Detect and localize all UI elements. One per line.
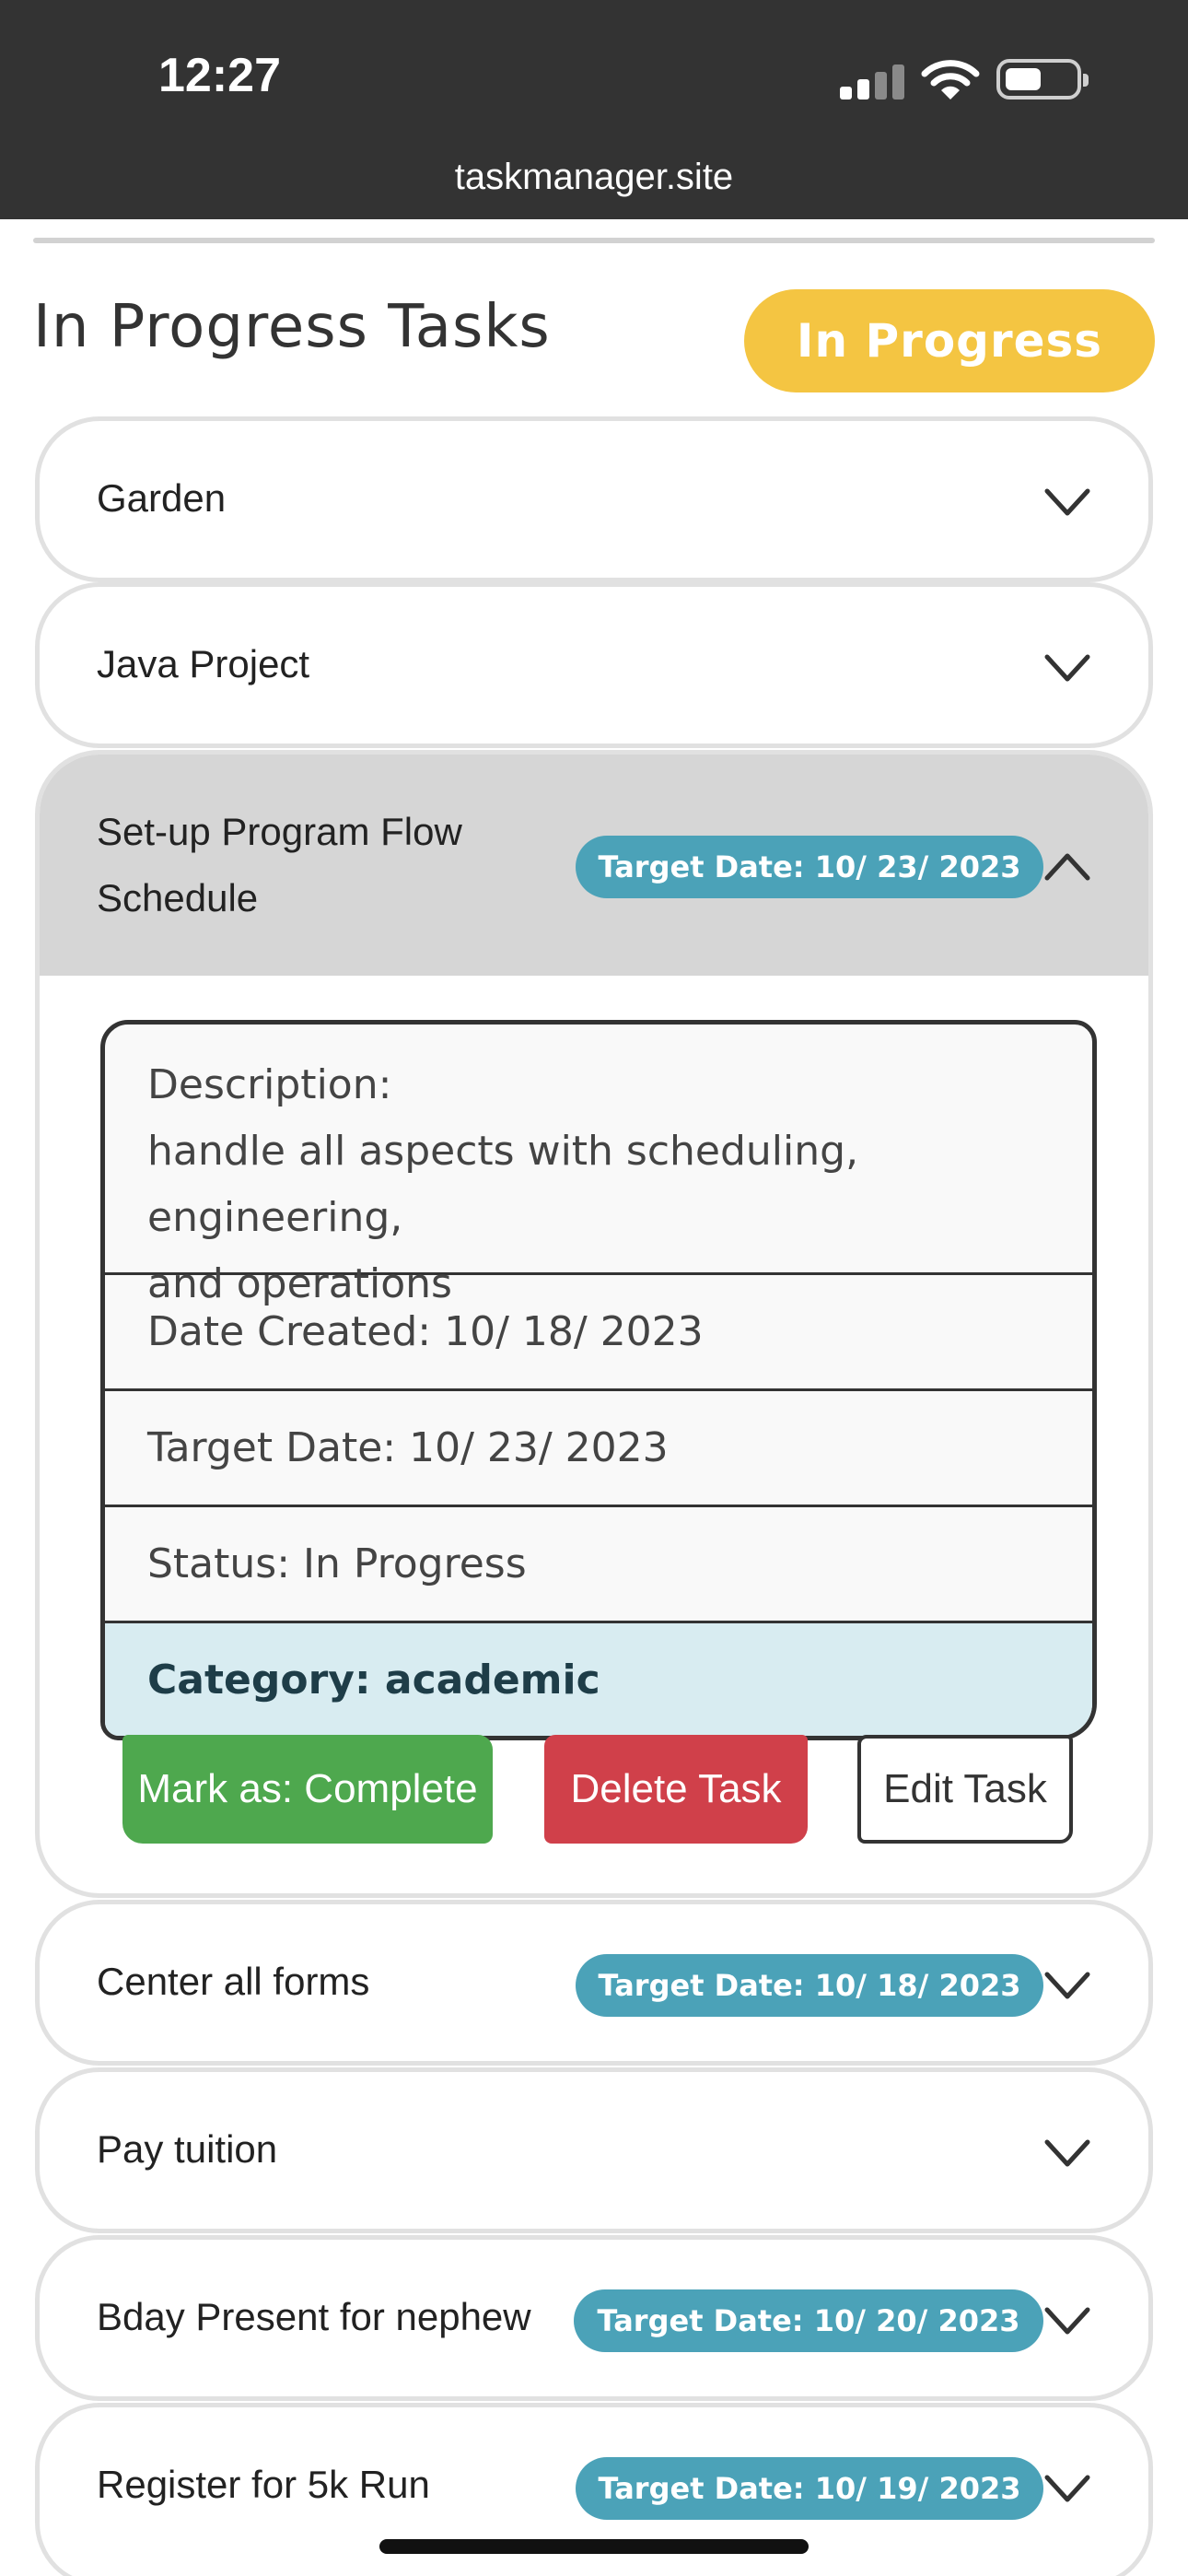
chevron-down-icon[interactable]: [1043, 486, 1091, 519]
chevron-down-icon[interactable]: [1043, 2304, 1091, 2337]
task-name: Pay tuition: [97, 2127, 278, 2171]
mark-complete-button[interactable]: Mark as: Complete: [122, 1735, 493, 1844]
task-card-java-project[interactable]: Java Project: [35, 582, 1153, 748]
url-bar[interactable]: taskmanager.site: [0, 157, 1188, 198]
chevron-down-icon[interactable]: [1043, 1969, 1091, 2002]
target-date-row: Target Date: 10/ 23/ 2023: [105, 1391, 1092, 1507]
task-card-pay-tuition[interactable]: Pay tuition: [35, 2067, 1153, 2233]
category-row: Category: academic: [105, 1623, 1092, 1736]
task-name: Set-up Program Flow Schedule: [97, 799, 462, 931]
browser-top-bar: 12:27 taskmanager.site: [0, 0, 1188, 219]
chevron-down-icon[interactable]: [1043, 2472, 1091, 2505]
target-date-badge: Target Date: 10/ 20/ 2023: [574, 2289, 1043, 2352]
task-detail-panel: Description: handle all aspects with sch…: [100, 1020, 1097, 1740]
chevron-down-icon[interactable]: [1043, 651, 1091, 685]
task-name: Garden: [97, 476, 227, 520]
status-bar-time: 12:27: [158, 49, 281, 102]
chevron-down-icon[interactable]: [1043, 2137, 1091, 2170]
description-label: Description:: [147, 1061, 392, 1108]
task-name-line: Schedule: [97, 876, 259, 919]
target-date-badge: Target Date: 10/ 23/ 2023: [576, 836, 1043, 898]
wifi-icon: [921, 60, 980, 100]
target-date-badge: Target Date: 10/ 18/ 2023: [576, 1954, 1043, 2017]
task-name: Center all forms: [97, 1960, 370, 2003]
chevron-up-icon[interactable]: [1043, 850, 1091, 884]
task-name-line: Set-up Program Flow: [97, 810, 462, 853]
task-card-center-all-forms[interactable]: Center all forms Target Date: 10/ 18/ 20…: [35, 1900, 1153, 2066]
task-name: Bday Present for nephew: [97, 2295, 531, 2338]
page-title: In Progress Tasks: [33, 293, 551, 361]
description-text: handle all aspects with scheduling, engi…: [147, 1128, 859, 1241]
task-name: Register for 5k Run: [97, 2463, 430, 2506]
task-card-bday-present[interactable]: Bday Present for nephew Target Date: 10/…: [35, 2235, 1153, 2401]
edit-task-button[interactable]: Edit Task: [857, 1735, 1073, 1844]
status-filter-button[interactable]: In Progress: [744, 289, 1155, 392]
task-name: Java Project: [97, 642, 310, 685]
home-indicator[interactable]: [379, 2539, 809, 2554]
task-card-expanded: Set-up Program Flow Schedule Target Date…: [35, 750, 1153, 1898]
task-card-garden[interactable]: Garden: [35, 416, 1153, 582]
cellular-signal-icon: [840, 63, 904, 100]
battery-icon: [996, 59, 1089, 100]
delete-task-button[interactable]: Delete Task: [544, 1735, 808, 1844]
target-date-badge: Target Date: 10/ 19/ 2023: [576, 2457, 1043, 2520]
description-row: Description: handle all aspects with sch…: [105, 1025, 1092, 1307]
section-divider: [33, 238, 1155, 243]
status-row: Status: In Progress: [105, 1507, 1092, 1623]
